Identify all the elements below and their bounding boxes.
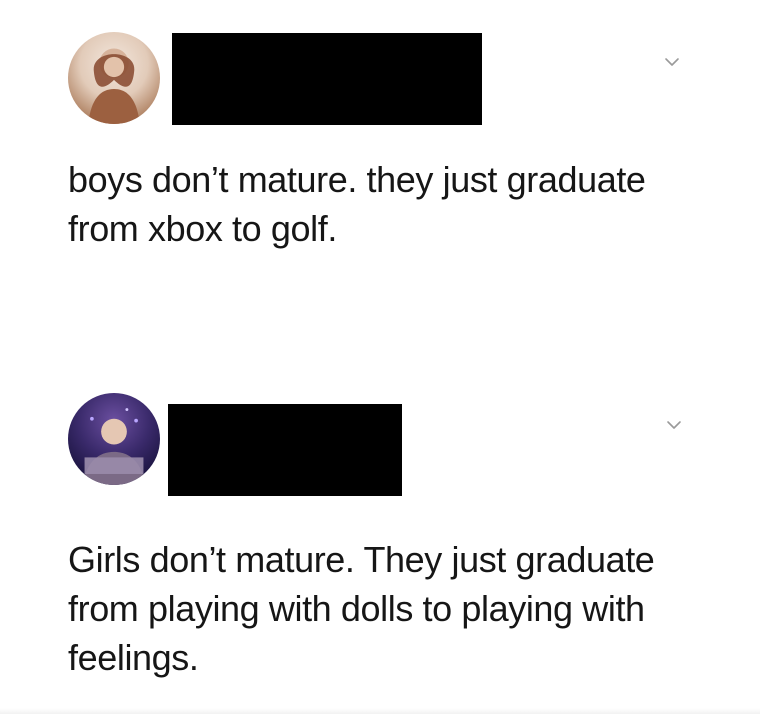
- username-redaction: [168, 404, 402, 496]
- bottom-fade: [0, 708, 760, 714]
- username-redaction: [172, 33, 482, 125]
- post-2: Girls don’t mature. They just graduate f…: [0, 380, 760, 714]
- tweet-text: boys don’t mature. they just graduate fr…: [68, 159, 646, 249]
- tweet-text: Girls don’t mature. They just graduate f…: [68, 539, 655, 678]
- avatar[interactable]: [68, 32, 160, 124]
- chevron-down-icon[interactable]: [664, 415, 684, 435]
- post-1: boys don’t mature. they just graduate fr…: [0, 0, 760, 300]
- avatar[interactable]: [68, 393, 160, 485]
- chevron-down-icon[interactable]: [662, 52, 682, 72]
